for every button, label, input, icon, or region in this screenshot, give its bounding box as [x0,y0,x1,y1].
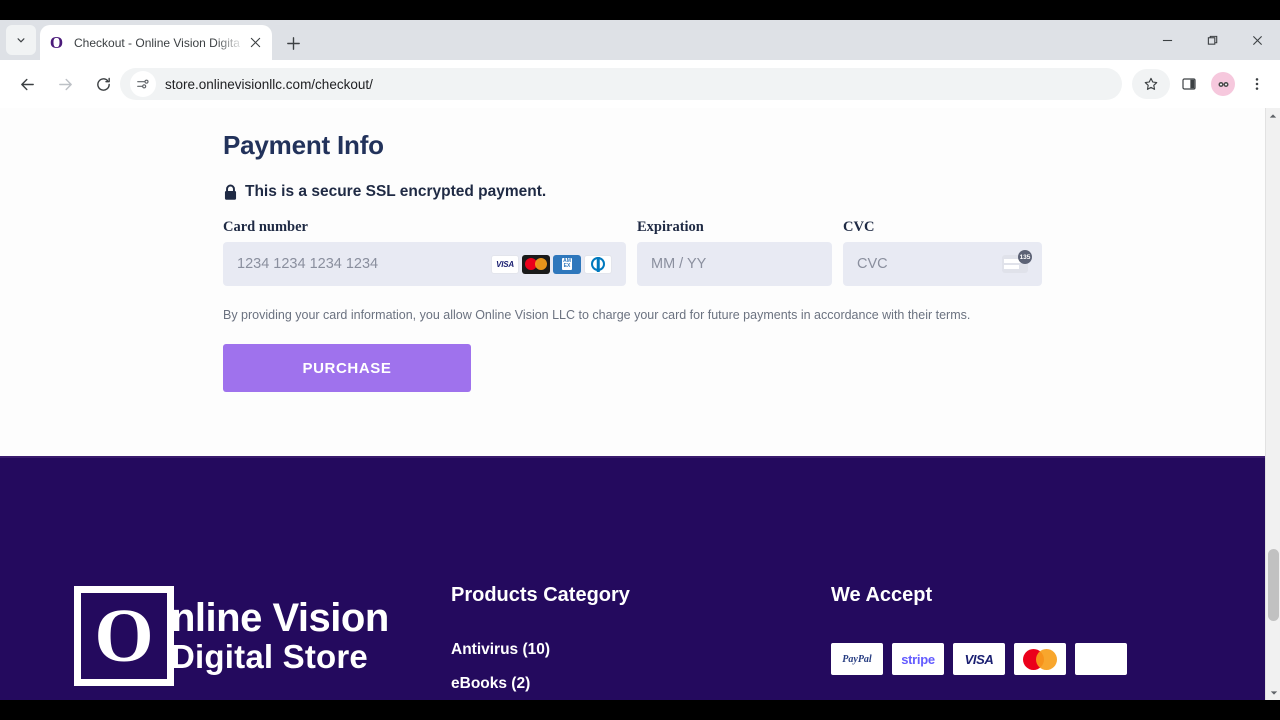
screen: O Checkout - Online Vision Digita store.… [0,0,1280,720]
paypal-icon: PayPal [831,643,883,675]
avatar [1211,72,1235,96]
categories-list: Antivirus (10) eBooks (2) [451,641,630,693]
page-viewport: Payment Info This is a secure SSL encryp… [0,108,1280,700]
side-panel-icon [1182,78,1196,90]
url-text: store.onlinevisionllc.com/checkout/ [165,76,373,92]
expiration-label: Expiration [637,219,704,235]
cvc-placeholder: CVC [857,256,888,272]
avatar-icon [1218,81,1228,87]
tab-strip: O Checkout - Online Vision Digita [0,20,1280,60]
forward-arrow-icon [58,78,72,90]
side-panel-button[interactable] [1174,69,1204,99]
category-link-ebooks[interactable]: eBooks (2) [451,675,630,693]
scroll-down-button[interactable] [1266,685,1280,700]
browser-menu-button[interactable] [1242,69,1272,99]
categories-title: Products Category [451,584,630,606]
page-scrollbar[interactable] [1265,108,1280,700]
payment-logo-obscured [1075,643,1127,675]
browser-tab[interactable]: O Checkout - Online Vision Digita [40,25,272,60]
mastercard-icon [522,254,550,274]
browser-toolbar: store.onlinevisionllc.com/checkout/ [0,60,1280,108]
expiration-input[interactable]: MM / YY [637,242,832,286]
card-number-input[interactable]: 1234 1234 1234 1234 VISA AM EX [223,242,626,286]
toolbar-actions [1132,69,1272,99]
card-number-label: Card number [223,219,308,235]
site-settings-button[interactable] [130,71,156,97]
logo-wordmark: nline Vision Digital Store [171,597,389,675]
logo-mark: O [74,586,174,686]
footer-categories-column: Products Category Antivirus (10) eBooks … [451,584,630,693]
cvc-input[interactable]: CVC 135 [843,242,1042,286]
mastercard-icon [1014,643,1066,675]
checkout-content: Payment Info This is a secure SSL encryp… [0,108,1280,456]
visa-icon: VISA [491,254,519,274]
scroll-up-button[interactable] [1266,108,1280,123]
we-accept-title: We Accept [831,584,933,606]
three-dot-menu-icon [1255,78,1259,90]
forward-button[interactable] [50,69,80,99]
card-back-cvc-icon: 135 [1002,250,1032,273]
cvc-field: CVC CVC 135 [843,219,1042,286]
chevron-down-icon [1270,690,1277,695]
back-arrow-icon [20,78,34,90]
cvc-label: CVC [843,219,875,235]
payment-fields: Card number 1234 1234 1234 1234 VISA AM E… [223,219,1280,286]
logo-letter-o: O [94,594,154,678]
page-title: Payment Info [223,130,384,160]
back-button[interactable] [12,69,42,99]
ssl-notice-text: This is a secure SSL encrypted payment. [245,183,547,200]
online-vision-o-favicon: O [49,33,64,52]
scrollbar-thumb[interactable] [1268,549,1279,621]
tab-search-button[interactable] [6,25,36,55]
minimize-button[interactable] [1145,20,1190,60]
stripe-icon: stripe [892,643,944,675]
close-icon [250,37,260,48]
purchase-button[interactable]: PURCHASE [223,344,471,392]
visa-icon: VISA [953,643,1005,675]
restore-icon [1207,35,1218,45]
new-tab-button[interactable] [280,30,306,56]
bookmark-button[interactable] [1132,69,1170,99]
accepted-payment-logos: PayPal stripe VISA [831,643,1127,675]
plus-icon [286,36,300,50]
amex-icon: AM EX [553,254,581,274]
window-controls [1145,20,1280,60]
expiration-placeholder: MM / YY [651,256,707,272]
cvc-digits: 135 [1018,250,1032,264]
tab-title: Checkout - Online Vision Digita [74,35,240,50]
ssl-notice: This is a secure SSL encrypted payment. [223,183,1280,201]
star-icon [1144,77,1158,90]
footer-logo[interactable]: O nline Vision Digital Store [74,586,389,686]
card-number-placeholder: 1234 1234 1234 1234 [237,256,379,272]
close-icon [1252,35,1263,45]
card-number-field: Card number 1234 1234 1234 1234 VISA AM E… [223,219,626,286]
maximize-button[interactable] [1190,20,1235,60]
address-bar[interactable]: store.onlinevisionllc.com/checkout/ [120,68,1122,100]
card-brand-icons: VISA AM EX [491,254,612,274]
tune-icon [137,79,149,89]
reload-icon [96,77,110,91]
reload-button[interactable] [88,69,118,99]
logo-line-2: Digital Store [171,638,368,675]
browser-window: O Checkout - Online Vision Digita store.… [0,20,1280,700]
lock-icon [224,184,237,200]
expiration-field: Expiration MM / YY [637,219,832,286]
payment-disclaimer: By providing your card information, you … [223,308,971,322]
category-link-antivirus[interactable]: Antivirus (10) [451,641,630,659]
chevron-down-icon [17,38,25,43]
diners-club-icon [584,254,612,274]
profile-button[interactable] [1208,69,1238,99]
minimize-icon [1162,39,1173,41]
tab-close-button[interactable] [246,34,264,52]
chevron-up-icon [1269,113,1277,118]
footer-accept-column: We Accept PayPal stripe VISA [831,584,1127,675]
logo-line-1: nline Vision [171,596,389,640]
close-window-button[interactable] [1235,20,1280,60]
site-footer: O nline Vision Digital Store Products Ca… [0,456,1280,700]
